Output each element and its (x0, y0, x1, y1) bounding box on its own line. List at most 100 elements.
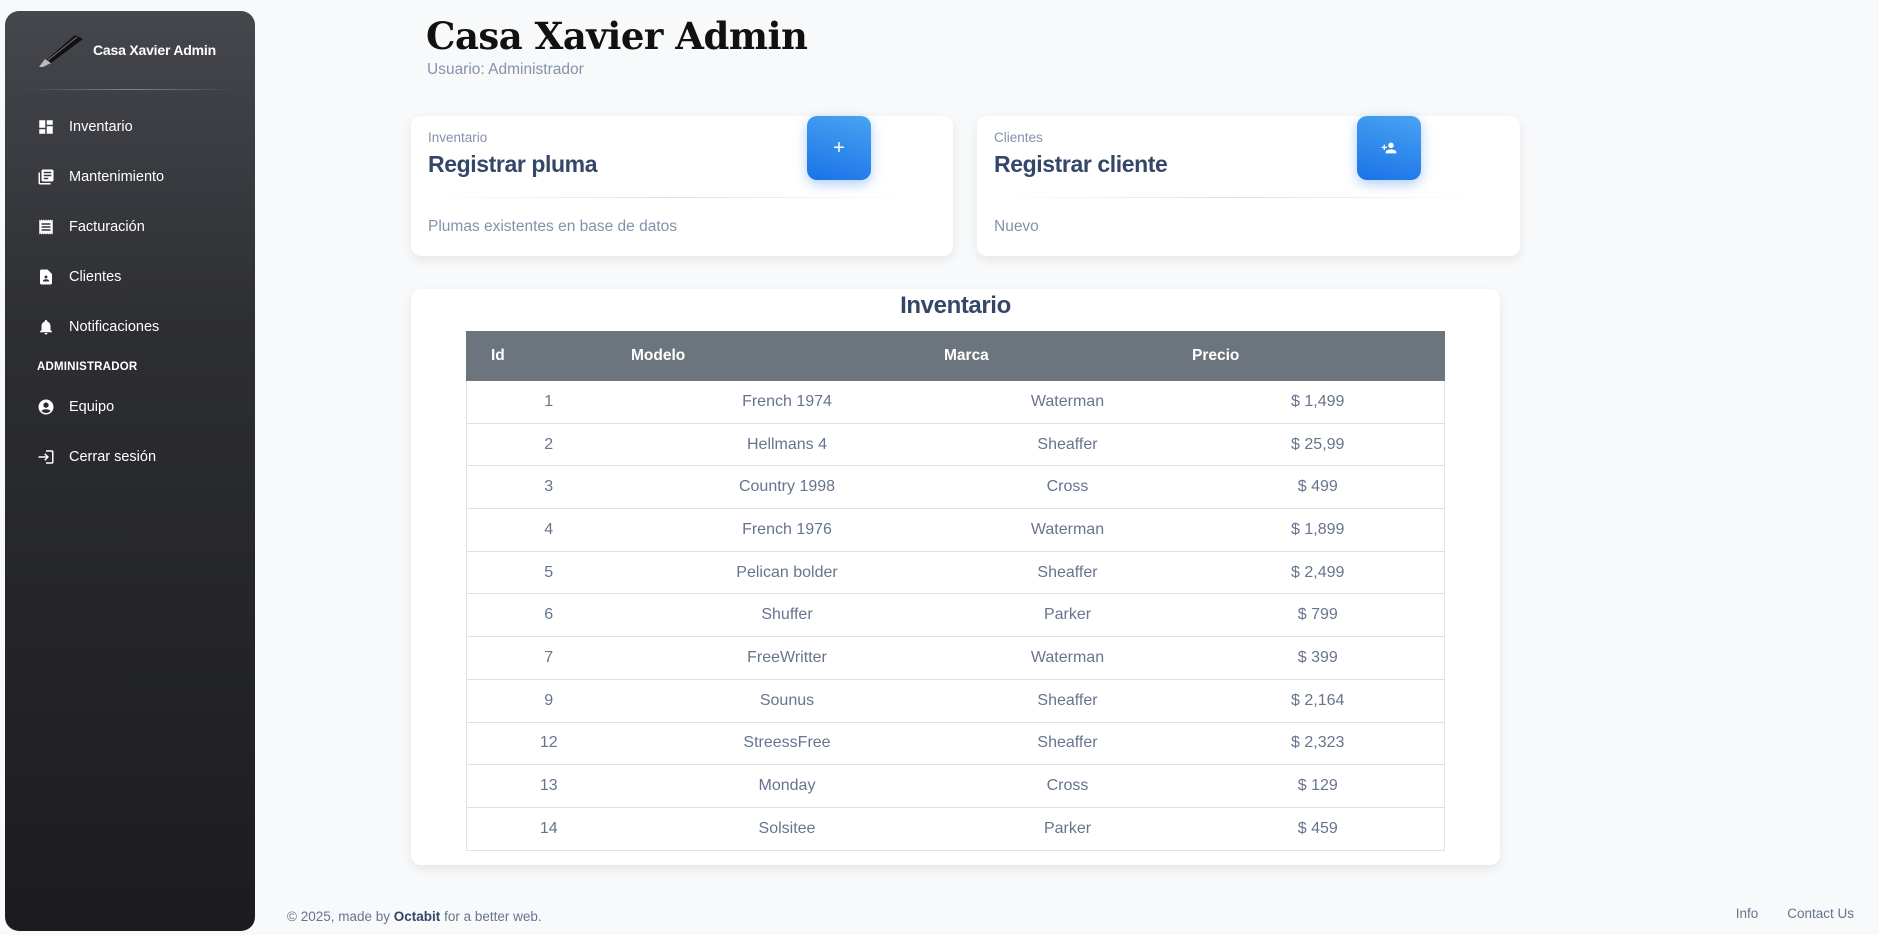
sidebar-item-label: Cerrar sesión (69, 449, 157, 465)
cell-marca: Waterman (943, 380, 1192, 424)
column-header-marca[interactable]: Marca (943, 331, 1192, 381)
column-header-precio[interactable]: Precio (1191, 331, 1445, 381)
footer-link-contact[interactable]: Contact Us (1787, 906, 1854, 921)
card-label: Clientes (994, 130, 1043, 145)
brand-name: Casa Xavier Admin (93, 42, 216, 58)
add-pen-button[interactable]: + (807, 116, 871, 180)
cell-id: 12 (466, 721, 631, 766)
cell-marca: Sheaffer (943, 721, 1192, 766)
login-icon (37, 448, 55, 466)
cell-id: 5 (466, 550, 631, 595)
cell-precio: $ 399 (1191, 636, 1445, 680)
dashboard-icon (37, 118, 55, 136)
cell-marca: Sheaffer (943, 422, 1192, 467)
cell-id: 7 (466, 636, 631, 680)
footer-link-info[interactable]: Info (1736, 906, 1759, 921)
card-label: Inventario (428, 130, 488, 145)
page-title: Casa Xavier Admin (426, 14, 808, 58)
sidebar-nav: Inventario Mantenimiento Facturación Cli… (5, 90, 255, 482)
sidebar-item-notificaciones[interactable]: Notificaciones (5, 302, 255, 352)
contact-page-icon (37, 268, 55, 286)
cell-precio: $ 2,164 (1191, 678, 1445, 723)
copyright-prefix: © 2025, made by (287, 909, 391, 924)
page-subtitle: Usuario: Administrador (427, 61, 584, 78)
copyright-suffix: for a better web. (444, 909, 542, 924)
cell-precio: $ 499 (1191, 465, 1445, 510)
table-row[interactable]: 5 Pelican bolder Sheaffer $ 2,499 (466, 550, 1445, 595)
copyright-brand-link[interactable]: Octabit (394, 909, 441, 924)
cell-modelo: Sounus (630, 678, 944, 723)
sidebar-item-mantenimiento[interactable]: Mantenimiento (5, 152, 255, 202)
cell-id: 2 (466, 422, 631, 467)
register-client-card: Clientes Registrar cliente Nuevo (977, 116, 1520, 256)
cell-marca: Cross (943, 764, 1192, 808)
sidebar-item-clientes[interactable]: Clientes (5, 252, 255, 302)
register-pen-card: Inventario Registrar pluma Plumas existe… (411, 116, 953, 256)
sidebar-item-label: Mantenimiento (69, 169, 165, 185)
cell-precio: $ 1,499 (1191, 380, 1445, 424)
add-client-button[interactable] (1357, 116, 1421, 180)
cell-id: 6 (466, 593, 631, 638)
cell-modelo: Shuffer (630, 593, 944, 638)
table-row[interactable]: 1 French 1974 Waterman $ 1,499 (466, 380, 1445, 424)
table-row[interactable]: 2 Hellmans 4 Sheaffer $ 25,99 (466, 422, 1445, 467)
brand[interactable]: Casa Xavier Admin (5, 11, 255, 89)
cell-precio: $ 2,323 (1191, 721, 1445, 766)
cell-modelo: Pelican bolder (630, 550, 944, 595)
footer-links: Info Contact Us (1736, 906, 1854, 921)
sidebar: Casa Xavier Admin Inventario Mantenimien… (5, 11, 255, 931)
sidebar-item-label: Clientes (69, 269, 122, 285)
cell-id: 1 (466, 380, 631, 424)
cell-precio: $ 25,99 (1191, 422, 1445, 467)
sidebar-item-facturacion[interactable]: Facturación (5, 202, 255, 252)
column-header-id[interactable]: Id (466, 331, 631, 381)
cell-marca: Waterman (943, 636, 1192, 680)
cell-modelo: Hellmans 4 (630, 422, 944, 467)
table-row[interactable]: 12 StreessFree Sheaffer $ 2,323 (466, 721, 1445, 766)
cell-precio: $ 129 (1191, 764, 1445, 808)
column-header-modelo[interactable]: Modelo (630, 331, 944, 381)
sidebar-item-cerrar-sesion[interactable]: Cerrar sesión (5, 432, 255, 482)
plus-icon: + (833, 137, 845, 159)
table-row[interactable]: 3 Country 1998 Cross $ 499 (466, 465, 1445, 510)
sidebar-item-equipo[interactable]: Equipo (5, 382, 255, 432)
table-row[interactable]: 13 Monday Cross $ 129 (466, 764, 1445, 808)
cell-id: 3 (466, 465, 631, 510)
cell-marca: Parker (943, 806, 1192, 851)
cell-marca: Waterman (943, 508, 1192, 552)
cell-precio: $ 2,499 (1191, 550, 1445, 595)
pen-logo-icon (39, 35, 83, 67)
card-footer: Nuevo (994, 218, 1039, 235)
cell-modelo: French 1974 (630, 380, 944, 424)
sidebar-item-inventario[interactable]: Inventario (5, 102, 255, 152)
sidebar-item-label: Inventario (69, 119, 133, 135)
sidebar-item-label: Notificaciones (69, 319, 160, 335)
table-row[interactable]: 6 Shuffer Parker $ 799 (466, 593, 1445, 638)
card-divider (428, 197, 913, 198)
person-add-icon (1381, 140, 1397, 156)
cell-modelo: Monday (630, 764, 944, 808)
cell-marca: Sheaffer (943, 678, 1192, 723)
card-title: Registrar pluma (428, 151, 598, 177)
cell-precio: $ 1,899 (1191, 508, 1445, 552)
cell-precio: $ 459 (1191, 806, 1445, 851)
cell-marca: Cross (943, 465, 1192, 510)
cell-id: 14 (466, 806, 631, 851)
cell-modelo: FreeWritter (630, 636, 944, 680)
library-icon (37, 168, 55, 186)
cell-marca: Parker (943, 593, 1192, 638)
table-header-row: Id Modelo Marca Precio (466, 331, 1445, 381)
inventory-title: Inventario (900, 292, 1011, 319)
cell-id: 9 (466, 678, 631, 723)
card-footer: Plumas existentes en base de datos (428, 218, 678, 235)
table-row[interactable]: 14 Solsitee Parker $ 459 (466, 806, 1445, 851)
sidebar-item-label: Facturación (69, 219, 145, 235)
receipt-icon (37, 218, 55, 236)
table-row[interactable]: 7 FreeWritter Waterman $ 399 (466, 636, 1445, 680)
cell-id: 4 (466, 508, 631, 552)
account-circle-icon (37, 398, 55, 416)
table-row[interactable]: 4 French 1976 Waterman $ 1,899 (466, 508, 1445, 552)
sidebar-section-title: ADMINISTRADOR (37, 361, 138, 373)
cell-marca: Sheaffer (943, 550, 1192, 595)
table-row[interactable]: 9 Sounus Sheaffer $ 2,164 (466, 678, 1445, 723)
